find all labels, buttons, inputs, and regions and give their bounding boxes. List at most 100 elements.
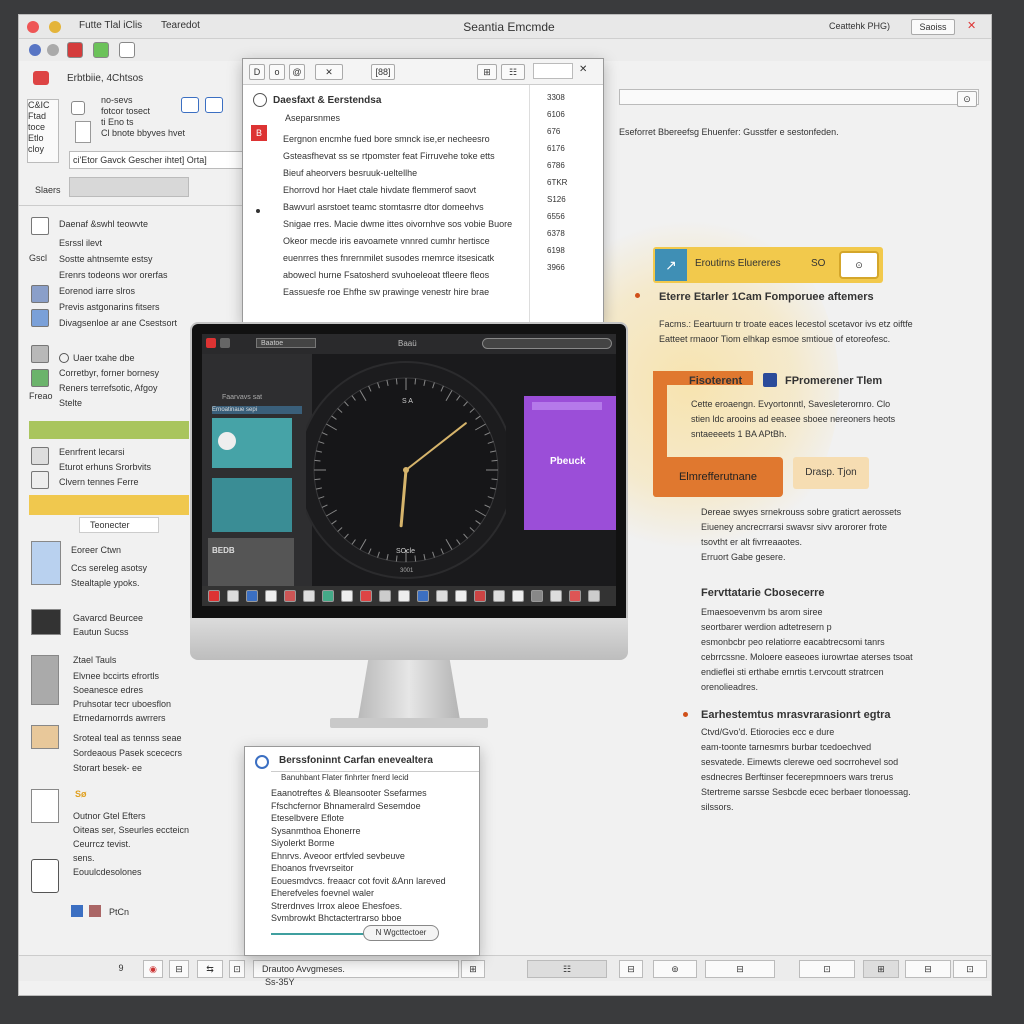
dock-app-icon[interactable] (246, 590, 258, 602)
dock-app-icon[interactable] (322, 590, 334, 602)
list-item[interactable]: Sostte ahtnsemte estsy (59, 251, 177, 267)
dock-app-icon[interactable] (417, 590, 429, 602)
popup-line[interactable]: Ffschcfernor Bhnameralrd Sesemdoe (271, 800, 446, 813)
highlight-card[interactable]: ↗ Eroutirns Eluereres SO ⊙ (653, 247, 883, 283)
dock-app-icon[interactable] (550, 590, 562, 602)
dock-app-icon[interactable] (208, 590, 220, 602)
dock-app-icon[interactable] (379, 590, 391, 602)
popup-tool-button[interactable]: ☷ (501, 64, 525, 80)
dock-app-icon[interactable] (303, 590, 315, 602)
screen-search-input[interactable] (482, 338, 612, 349)
record-icon[interactable] (67, 42, 83, 58)
popup-tool-button[interactable]: [88] (371, 64, 395, 80)
address-field[interactable] (619, 89, 979, 105)
list-item[interactable]: Uaer txahe dbe (59, 351, 159, 366)
dock-app-icon[interactable] (227, 590, 239, 602)
popup-tool-button[interactable]: @ (289, 64, 305, 80)
popup-line[interactable]: Strerdnves Irrox aleoe Ehesfoes. (271, 900, 446, 913)
share-icon[interactable] (93, 42, 109, 58)
close-icon[interactable]: ✕ (967, 19, 976, 32)
bottom-popup-pill[interactable]: N Wgcttectoer (363, 925, 439, 941)
screen-purple-card[interactable]: Pbeuck (524, 396, 616, 530)
dock-app-icon[interactable] (284, 590, 296, 602)
dock-app-icon[interactable] (360, 590, 372, 602)
tab-1[interactable]: Futte Tlal iClis (79, 20, 142, 31)
dock-app-icon[interactable] (265, 590, 277, 602)
grid-icon[interactable]: ⊞ (461, 960, 485, 978)
monitor-screen[interactable]: Baatoe Baaü Faarvavs sat Ernoatinaue sep… (202, 334, 616, 606)
popup-line[interactable]: Siyolerkt Borme (271, 837, 446, 850)
list-item[interactable]: Elvnee bccirts efrortls (73, 669, 171, 683)
tab-2[interactable]: Tearedot (161, 20, 200, 31)
frame-icon[interactable]: ⊡ (229, 960, 245, 978)
list-item[interactable]: Eenrfrent lecarsi (59, 445, 151, 460)
list-item[interactable]: Soeanesce edres (73, 683, 171, 697)
window-icon[interactable]: ⊟ (169, 960, 189, 978)
list-item[interactable]: Outnor Gtel Efters (73, 809, 189, 823)
dock-app-icon[interactable] (569, 590, 581, 602)
settings-icon[interactable] (119, 42, 135, 58)
tool-icon[interactable]: ⊟ (619, 960, 643, 978)
list-item[interactable]: sens. (73, 851, 189, 865)
list-item[interactable]: Stealtaple ypoks. (71, 576, 147, 591)
swap-icon[interactable]: ⇆ (197, 960, 223, 978)
screen-teal-card[interactable] (212, 418, 292, 468)
list-item[interactable]: Sordeaous Pasek scececrs (73, 746, 182, 761)
dock-app-icon[interactable] (341, 590, 353, 602)
list-item[interactable]: Pruhsotar tecr uboesflon (73, 697, 171, 711)
list-item[interactable]: Clvern tennes Ferre (59, 475, 151, 490)
list-item[interactable]: Previs astgonarins fitsers (59, 299, 177, 315)
tool-icon[interactable]: ⊟ (905, 960, 951, 978)
list-item[interactable]: Reners terrefsotic, Afgoy (59, 381, 159, 396)
tool-icon[interactable]: ⊞ (863, 960, 899, 978)
list-item[interactable]: Sroteal teal as tennss seae (73, 731, 182, 746)
bottom-icon[interactable]: 9 (111, 960, 131, 978)
dock-app-icon[interactable] (512, 590, 524, 602)
popup-line[interactable]: Sysanmthoa Ehonerre (271, 825, 446, 838)
record-icon[interactable]: ◉ (143, 960, 163, 978)
list-item[interactable]: Eouulcdesolones (73, 865, 189, 879)
flag-icon[interactable] (71, 101, 85, 115)
screen-gray-card[interactable]: BEDB (208, 538, 294, 586)
dock-app-icon[interactable] (588, 590, 600, 602)
tag-chip[interactable]: Teonecter (79, 517, 159, 533)
popup-tool-button[interactable]: o (269, 64, 285, 80)
list-item[interactable]: Ceurrcz tevist. (73, 837, 189, 851)
list-item[interactable]: Divagsenloe ar ane Csestsort (59, 315, 177, 331)
list-item[interactable]: Erenrs todeons wor orerfas (59, 267, 177, 283)
dock-app-icon[interactable] (474, 590, 486, 602)
grid-icon[interactable] (181, 97, 199, 113)
list-item[interactable]: Corretbyr, forner bornesy (59, 366, 159, 381)
popup-line[interactable]: Ehoanos frvevrseitor (271, 862, 446, 875)
group5-item[interactable]: Eautun Sucss (73, 627, 129, 638)
tool-icon[interactable]: ⊚ (653, 960, 697, 978)
secondary-action-button[interactable]: Drasp. Tjon (793, 457, 869, 489)
list-item[interactable]: Ccs sereleg asotsy (71, 561, 147, 576)
dock-app-icon[interactable] (455, 590, 467, 602)
popup-line[interactable]: Eouesmdvcs. freaacr cot fovit &Ann larev… (271, 875, 446, 888)
top-right-button[interactable]: Saoiss (911, 19, 955, 35)
go-button[interactable]: ⊙ (957, 91, 977, 107)
popup-line[interactable]: Ehnrvs. Aveoor ertfvled sevbeuve (271, 850, 446, 863)
tool-icon[interactable]: ⊡ (953, 960, 987, 978)
dock-app-icon[interactable] (531, 590, 543, 602)
filter-bar[interactable] (69, 177, 189, 197)
list-item[interactable]: Storart besek- ee (73, 761, 182, 776)
settings-icon[interactable]: ⊙ (839, 251, 879, 279)
close-icon[interactable]: ✕ (579, 64, 587, 75)
popup-line[interactable]: Eherefveles foevnel waler (271, 887, 446, 900)
dock-app-icon[interactable] (398, 590, 410, 602)
sidebar-top-box[interactable]: C&IC Ftad toce Etlo cloy (27, 99, 59, 163)
forward-icon[interactable] (47, 44, 59, 56)
list-icon[interactable]: ☷ (527, 960, 607, 978)
bottom-search-input[interactable]: Drautoo Avvgmeses. (253, 960, 459, 978)
list-item[interactable]: Eturot erhuns Srorbvits (59, 460, 151, 475)
screen-teal-card-2[interactable] (212, 478, 292, 532)
tool-icon[interactable]: ⊟ (705, 960, 775, 978)
popup-tool-button[interactable]: D (249, 64, 265, 80)
primary-action-button[interactable]: Elmrefferutnane (653, 457, 783, 497)
tool-icon[interactable]: ⊡ (799, 960, 855, 978)
list-item[interactable]: Eorenod iarre slros (59, 283, 177, 299)
list-icon[interactable] (205, 97, 223, 113)
popup-line[interactable]: Svmbrowkt Bhctactertrarso bboe (271, 912, 446, 925)
